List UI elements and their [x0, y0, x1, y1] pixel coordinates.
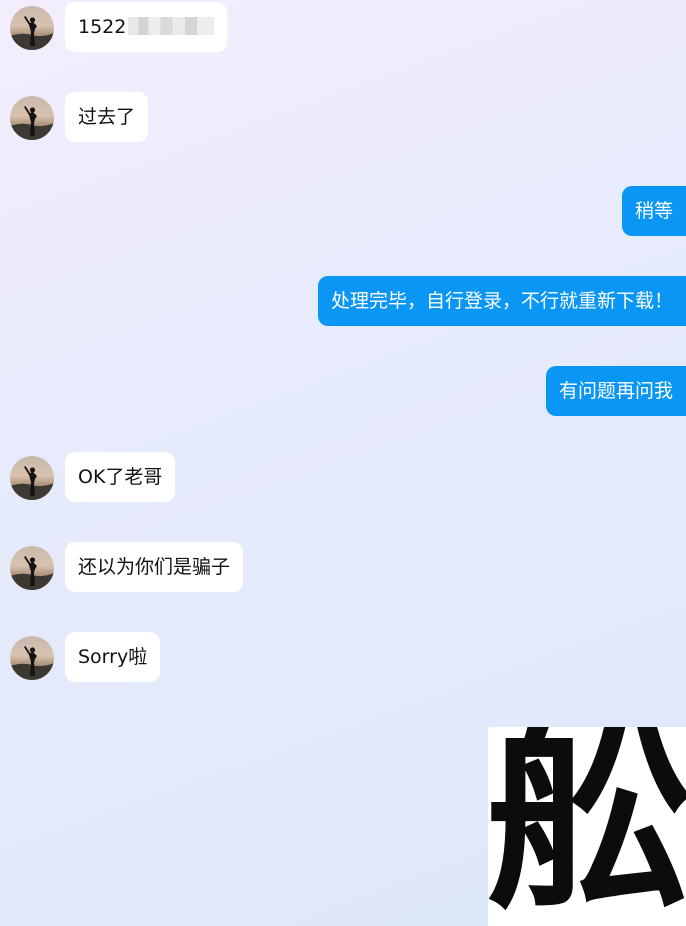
- message-text: 稍等: [634, 200, 673, 222]
- message-bubble[interactable]: 1522: [65, 2, 228, 52]
- message-row: OK了老哥: [10, 452, 176, 502]
- message-row: 有问题再问我: [545, 366, 686, 416]
- message-bubble-outgoing[interactable]: 稍等: [621, 186, 686, 236]
- message-row: 处理完毕，自行登录，不行就重新下载！: [317, 276, 686, 326]
- message-text: 过去了: [78, 106, 136, 128]
- contact-avatar[interactable]: [10, 6, 54, 50]
- contact-avatar[interactable]: [10, 636, 54, 680]
- message-bubble[interactable]: Sorry啦: [65, 632, 161, 682]
- person-silhouette-icon: [10, 466, 54, 500]
- message-bubble-outgoing[interactable]: 处理完毕，自行登录，不行就重新下载！: [317, 276, 686, 326]
- sticker-image[interactable]: 舩: [488, 727, 686, 926]
- contact-avatar[interactable]: [10, 96, 54, 140]
- person-silhouette-icon: [10, 646, 54, 680]
- message-row: 还以为你们是骗子: [10, 542, 244, 592]
- chat-area[interactable]: 1522 过去了 稍等 处理完毕，自行登录，不行就重新下载！ 有问题再问我 OK…: [0, 0, 686, 926]
- message-bubble[interactable]: OK了老哥: [65, 452, 176, 502]
- message-bubble-outgoing[interactable]: 有问题再问我: [545, 366, 686, 416]
- message-text: Sorry啦: [78, 646, 148, 668]
- message-bubble[interactable]: 过去了: [65, 92, 149, 142]
- person-silhouette-icon: [10, 106, 54, 140]
- message-text: 1522: [78, 16, 127, 38]
- message-row: 稍等: [621, 186, 686, 236]
- contact-avatar[interactable]: [10, 456, 54, 500]
- message-text: 还以为你们是骗子: [78, 556, 231, 578]
- sticker-glyph: 舩: [488, 727, 686, 926]
- redacted-number-blur: [128, 17, 215, 35]
- contact-avatar[interactable]: [10, 546, 54, 590]
- person-silhouette-icon: [10, 16, 54, 50]
- message-row: 过去了: [10, 92, 149, 142]
- message-row: Sorry啦: [10, 632, 161, 682]
- person-silhouette-icon: [10, 556, 54, 590]
- message-bubble[interactable]: 还以为你们是骗子: [65, 542, 244, 592]
- message-row: 1522: [10, 2, 228, 52]
- message-text: 有问题再问我: [558, 380, 673, 402]
- message-text: 处理完毕，自行登录，不行就重新下载！: [330, 290, 673, 312]
- message-text: OK了老哥: [78, 466, 163, 488]
